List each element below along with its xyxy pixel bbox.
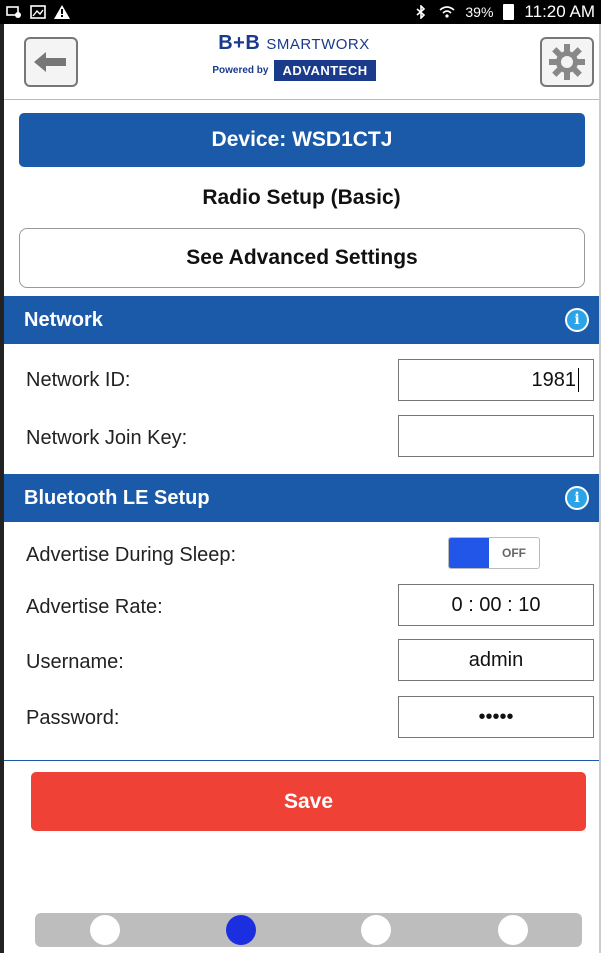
username-label: Username: (26, 651, 124, 673)
join-key-field[interactable] (398, 415, 594, 457)
page-title: Radio Setup (Basic) (202, 186, 401, 209)
logo-powered-by: Powered by (212, 65, 269, 76)
bluetooth-icon (416, 5, 426, 19)
settings-button[interactable] (540, 37, 594, 87)
network-section-header: Network i (4, 296, 599, 344)
status-bar: 39% 11:20 AM (0, 0, 601, 24)
advertise-sleep-label: Advertise During Sleep: (26, 544, 237, 566)
page-dot-3[interactable] (361, 915, 391, 945)
warning-icon (54, 5, 70, 19)
text-caret (578, 368, 579, 392)
page-dot-2[interactable] (226, 915, 256, 945)
password-label: Password: (26, 707, 120, 729)
advertise-sleep-toggle[interactable]: OFF (448, 537, 540, 569)
logo-partner: ADVANTECH (274, 60, 376, 81)
device-banner: Device: WSD1CTJ (19, 113, 585, 167)
page-indicator (35, 913, 582, 947)
image-icon (30, 5, 46, 19)
page-dot-4[interactable] (498, 915, 528, 945)
toggle-knob (449, 538, 489, 568)
section-divider (4, 760, 599, 761)
advanced-settings-button[interactable]: See Advanced Settings (19, 228, 585, 288)
network-id-label: Network ID: (26, 369, 131, 391)
battery-percent: 39% (465, 4, 494, 20)
info-icon[interactable]: i (565, 486, 589, 510)
join-key-label: Network Join Key: (26, 427, 188, 449)
battery-icon (503, 4, 515, 20)
back-button[interactable] (24, 37, 78, 87)
bluetooth-section-header: Bluetooth LE Setup i (4, 474, 599, 522)
username-field[interactable]: admin (398, 639, 594, 681)
brand-logo: B+B SmartWorx Powered by ADVANTECH (184, 32, 404, 81)
password-field[interactable]: ••••• (398, 696, 594, 738)
save-button[interactable]: Save (31, 772, 586, 831)
info-icon[interactable]: i (565, 308, 589, 332)
notification-icon (6, 6, 21, 18)
network-id-field[interactable]: 1981 (398, 359, 594, 401)
gear-icon (549, 44, 585, 80)
logo-brand: B+B SmartWorx (218, 32, 370, 54)
page-dot-1[interactable] (90, 915, 120, 945)
wifi-icon (439, 6, 455, 18)
advertise-rate-label: Advertise Rate: (26, 596, 163, 618)
section-title: Network (24, 308, 103, 331)
back-arrow-icon (34, 52, 66, 72)
app-header: B+B SmartWorx Powered by ADVANTECH (4, 24, 599, 100)
advertise-rate-field[interactable]: 0 : 00 : 10 (398, 584, 594, 626)
clock: 11:20 AM (524, 2, 595, 21)
toggle-state: OFF (502, 546, 526, 560)
section-title: Bluetooth LE Setup (24, 486, 210, 509)
